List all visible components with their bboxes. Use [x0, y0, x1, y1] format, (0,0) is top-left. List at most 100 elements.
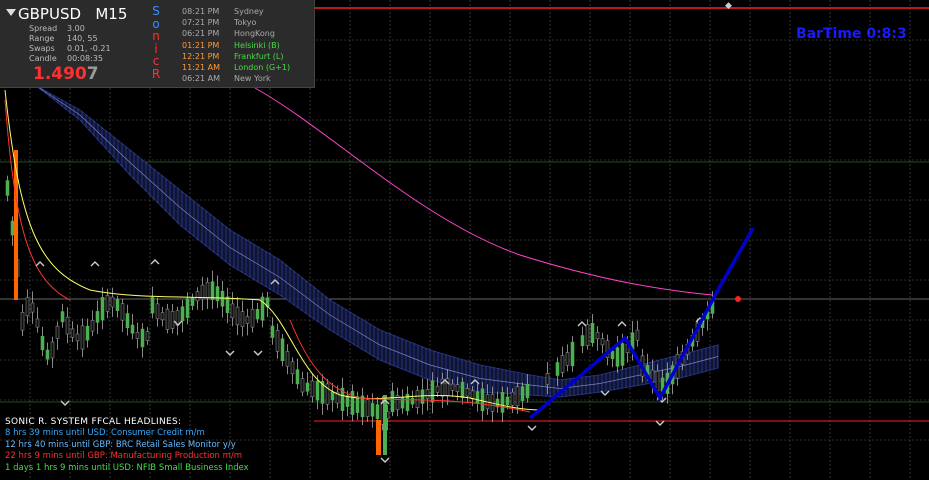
session-city: Sydney [234, 7, 264, 16]
candle-body [225, 296, 230, 313]
candle-body [500, 392, 505, 413]
candle-body [155, 303, 160, 320]
candle-row: Candle 00:08:35 [29, 54, 103, 63]
candle-body [55, 325, 60, 339]
swaps-row: Swaps 0.01, -0.21 [29, 44, 111, 53]
candle-body [105, 295, 110, 312]
candle-body [90, 320, 95, 332]
candle-body [615, 347, 620, 367]
candle-body [135, 331, 140, 339]
candle-body [240, 311, 245, 327]
candle-body [40, 335, 45, 351]
candle-body [570, 341, 575, 367]
news-headlines: SONIC R. SYSTEM FFCAL HEADLINES: 8 hrs 3… [5, 417, 249, 474]
candle-body [210, 281, 215, 300]
candle-body [435, 385, 440, 393]
candle-body [300, 378, 305, 393]
candle-body [120, 303, 125, 321]
candle-body [10, 220, 15, 236]
symbol-label: GBPUSD [18, 5, 82, 23]
candle-body [195, 291, 200, 302]
candle-body [365, 399, 370, 417]
session-time: 08:21 PM [182, 7, 220, 16]
candle-body [410, 397, 415, 405]
sonic-vertical-label: SonicR [150, 5, 162, 80]
session-time: 06:21 PM [182, 29, 220, 39]
timeframe-label: M15 [95, 5, 128, 23]
candle-body [95, 311, 100, 323]
candle-body [295, 369, 300, 385]
price-dot [735, 296, 741, 302]
candle-body [525, 383, 530, 399]
fractal-up-arrow-icon [90, 261, 100, 267]
sonic-letter: S [152, 4, 160, 18]
news-item: 12 hrs 40 mins until GBP: BRC Retail Sal… [5, 439, 236, 450]
candle-body [150, 297, 155, 314]
candle-body [480, 388, 485, 412]
session-city: Helsinki (B) [234, 40, 280, 50]
candle-body [250, 308, 255, 328]
candle-body [610, 350, 615, 360]
candle-body [130, 324, 135, 334]
candle-body [560, 355, 565, 373]
session-time: 07:21 PM [182, 18, 220, 28]
market-sessions: 08:21 PM Sydney 07:21 PM Tokyo 06:21 PM HongK… [182, 6, 290, 84]
candle-body [215, 286, 220, 302]
candle-body [470, 390, 475, 400]
candle-body [5, 180, 10, 196]
candle-body [200, 284, 205, 300]
symbol-title: GBPUSD M15 [18, 5, 127, 23]
candle-body [50, 341, 55, 359]
candle-body [270, 325, 275, 338]
session-city: Frankfurt (L) [234, 51, 284, 61]
sonic-letter: R [151, 66, 161, 81]
candle-body [375, 404, 380, 419]
candle-body [390, 390, 395, 413]
candle-body [585, 324, 590, 346]
candle-body [370, 403, 375, 417]
candle-body [285, 351, 290, 367]
candle-body [145, 331, 150, 341]
info-panel: GBPUSD M15 Spread 3.00 Range 140, 55 Swaps… [0, 0, 315, 88]
candle-body [425, 389, 430, 399]
candle-body [140, 328, 145, 348]
candle-body [455, 384, 460, 393]
candle-body [555, 362, 560, 376]
session-row: 07:21 PM Tokyo [182, 17, 290, 28]
candle-body [110, 296, 115, 308]
candle-body [20, 312, 25, 331]
fractal-down-arrow-icon [380, 457, 390, 463]
candle-body [275, 330, 280, 352]
candle-body [30, 302, 35, 313]
candle-body [590, 322, 595, 344]
dropdown-triangle-icon[interactable] [6, 9, 16, 16]
candle-body [315, 380, 320, 401]
candle-body [85, 325, 90, 341]
candle-body [255, 309, 260, 320]
range-row: Range 140, 55 [29, 34, 98, 43]
candle-body [125, 313, 130, 329]
session-row: 08:21 PM Sydney [182, 6, 290, 17]
session-city: New York [234, 74, 271, 84]
candle-body [190, 297, 195, 306]
news-heading: SONIC R. SYSTEM FFCAL HEADLINES: [5, 417, 182, 427]
candle-body [205, 282, 210, 299]
sonic-letter: n [152, 29, 160, 43]
fractal-down-arrow-icon [655, 420, 665, 426]
candle-body [220, 290, 225, 307]
session-row: 12:21 PM Frankfurt (L) [182, 51, 290, 62]
candle-body [45, 349, 50, 360]
candle-body [235, 306, 240, 326]
candle-body [430, 380, 435, 403]
candle-body [505, 396, 510, 406]
news-item: 1 days 1 hrs 9 mins until USD: NFIB Smal… [5, 462, 249, 473]
session-time: 11:21 AM [182, 63, 220, 73]
zigzag-line [528, 227, 755, 420]
candle-body [520, 386, 525, 401]
candles [5, 150, 715, 455]
candle-body [35, 318, 40, 328]
fractal-up-arrow-icon [577, 321, 587, 327]
candle-body [245, 316, 250, 324]
top-right-marker: ◆ [725, 1, 732, 11]
candle-body [165, 308, 170, 330]
